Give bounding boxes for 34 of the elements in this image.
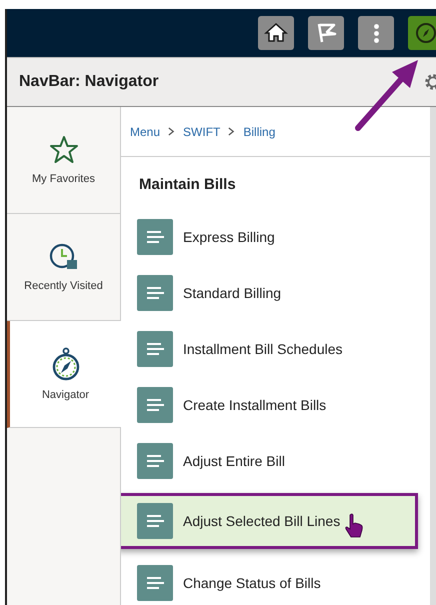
menu-item[interactable]: Express Billing: [121, 209, 430, 265]
panel-title: NavBar: Navigator: [19, 73, 159, 91]
document-icon: [137, 443, 173, 479]
breadcrumb-link[interactable]: SWIFT: [183, 124, 220, 138]
document-icon: [137, 331, 173, 367]
hand-cursor-icon: [344, 513, 364, 539]
menu-item[interactable]: Create Installment Bills: [121, 377, 430, 433]
stopwatch-icon: [50, 347, 80, 381]
compass-button[interactable]: [408, 16, 436, 50]
menu-item[interactable]: Change Status of Bills: [121, 555, 430, 605]
flag-button[interactable]: [308, 16, 344, 50]
chevron-icon: [168, 127, 176, 136]
document-icon: [137, 275, 173, 311]
document-icon: [137, 387, 173, 423]
menu-item[interactable]: Installment Bill Schedules: [121, 321, 430, 377]
menu-item[interactable]: Adjust Selected Bill Lines: [121, 493, 418, 549]
breadcrumb-link[interactable]: Menu: [130, 124, 160, 138]
document-icon: [137, 565, 173, 601]
section-heading: Maintain Bills: [138, 175, 237, 195]
more-icon: [374, 24, 378, 42]
star-icon: [48, 135, 78, 165]
sidebar-item[interactable]: My Favorites: [7, 107, 120, 214]
home-icon: [264, 21, 288, 45]
document-icon: [137, 503, 173, 539]
home-button[interactable]: [258, 16, 294, 50]
sidebar-item[interactable]: Navigator: [7, 321, 121, 428]
compass-icon: [414, 21, 436, 45]
breadcrumb-link[interactable]: Billing: [243, 124, 276, 138]
menu-item[interactable]: Standard Billing: [121, 265, 430, 321]
clock-icon: [48, 242, 78, 272]
chevron-icon: [228, 127, 236, 136]
more-button[interactable]: [358, 16, 394, 50]
document-icon: [137, 219, 173, 255]
menu-item[interactable]: Adjust Entire Bill: [121, 433, 430, 489]
